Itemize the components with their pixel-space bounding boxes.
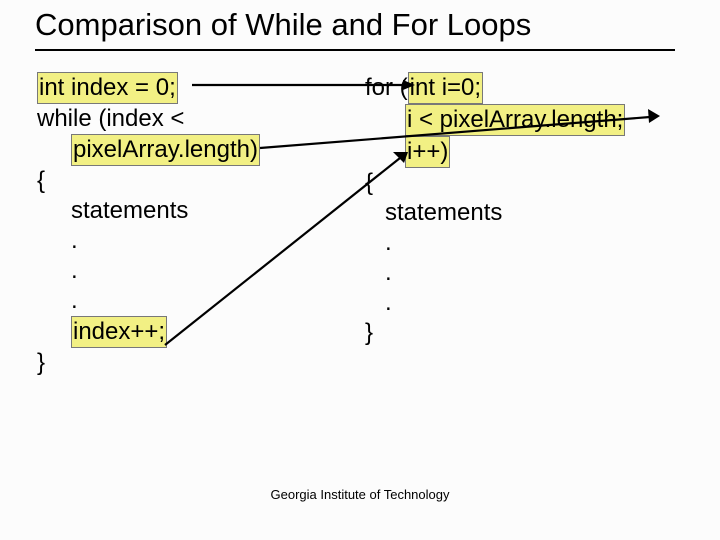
slide-title: Comparison of While and For Loops (35, 7, 531, 47)
while-dot: . (71, 226, 367, 256)
slide: Comparison of While and For Loops int in… (0, 0, 720, 540)
while-brace-open: { (37, 166, 367, 196)
slide-footer: Georgia Institute of Technology (0, 487, 720, 502)
while-statements: statements (71, 196, 367, 226)
for-dot: . (385, 258, 705, 288)
while-increment-highlight: index++; (71, 316, 167, 348)
for-init-highlight: int i=0; (408, 72, 483, 104)
while-init-highlight: int index = 0; (37, 72, 178, 104)
while-dot: . (71, 286, 367, 316)
for-keyword: for ( (365, 74, 408, 101)
for-incr-highlight: i++) (405, 136, 450, 168)
for-brace-open: { (365, 168, 705, 198)
while-keyword: while (index < (37, 105, 184, 132)
while-code-block: int index = 0; while (index < pixelArray… (37, 72, 367, 378)
title-underline (35, 49, 675, 51)
for-cond-highlight: i < pixelArray.length; (405, 104, 625, 136)
while-brace-close: } (37, 348, 367, 378)
while-cond-highlight: pixelArray.length) (71, 134, 260, 166)
for-code-block: for (int i=0; i < pixelArray.length; i++… (365, 72, 705, 348)
for-brace-close: } (365, 318, 705, 348)
for-statements: statements (385, 198, 705, 228)
for-dot: . (385, 228, 705, 258)
while-dot: . (71, 256, 367, 286)
for-dot: . (385, 288, 705, 318)
